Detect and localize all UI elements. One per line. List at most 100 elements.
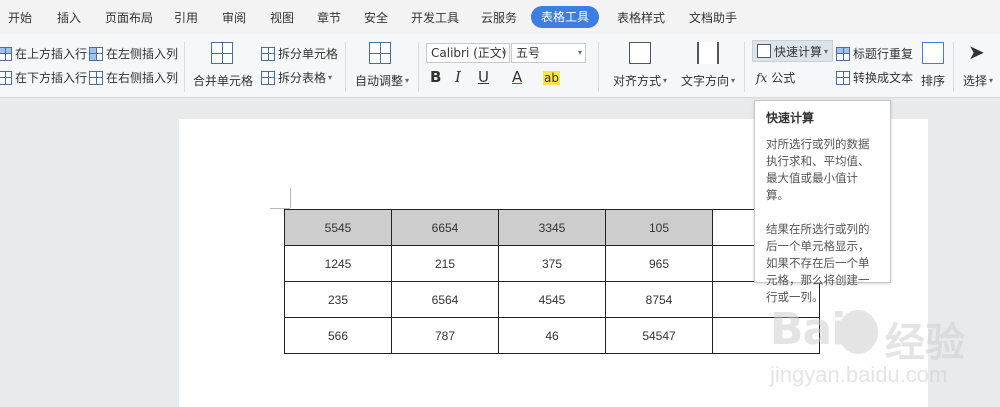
insert-right-button[interactable]: 在右侧插入列 xyxy=(89,69,178,86)
insert-col-right-icon xyxy=(89,70,103,85)
sort-icon xyxy=(922,42,944,64)
data-table[interactable]: 5545 6654 3345 105 1245 215 375 965 235 … xyxy=(284,209,820,354)
split-table-button[interactable]: 拆分表格 ▾ xyxy=(261,69,332,86)
tab-review[interactable]: 审阅 xyxy=(222,9,246,26)
insert-right-label: 在右侧插入列 xyxy=(106,71,179,85)
sort-button[interactable]: 排序 xyxy=(921,72,945,89)
merge-cells-icon xyxy=(211,42,233,64)
insert-row-above-icon xyxy=(0,46,12,61)
merge-cells-button[interactable]: 合并单元格 xyxy=(193,72,253,89)
table-cell[interactable]: 1245 xyxy=(284,245,392,282)
italic-button[interactable]: I xyxy=(455,68,461,86)
insert-below-button[interactable]: 在下方插入行 xyxy=(0,69,87,86)
ribbon-separator xyxy=(418,42,419,92)
chevron-down-icon: ▾ xyxy=(405,76,410,85)
auto-adjust-icon xyxy=(369,42,391,64)
text-direction-label: 文字方向 xyxy=(681,74,730,88)
table-cell[interactable]: 215 xyxy=(391,245,499,282)
table-cell[interactable]: 6654 xyxy=(391,209,499,246)
table-cell[interactable]: 105 xyxy=(605,209,713,246)
table-cell[interactable]: 3345 xyxy=(498,209,606,246)
insert-left-button[interactable]: 在左侧插入列 xyxy=(89,45,178,62)
font-color-button[interactable]: A xyxy=(512,68,522,86)
select-button[interactable]: 选择 ▾ xyxy=(963,72,993,89)
repeat-title-label: 标题行重复 xyxy=(853,47,914,61)
watermark-brand-cn: 经验 xyxy=(885,320,965,366)
ribbon-separator xyxy=(345,42,346,92)
bold-button[interactable]: B xyxy=(430,68,441,86)
insert-below-label: 在下方插入行 xyxy=(15,71,88,85)
watermark-url: jingyan.baidu.com xyxy=(770,362,948,387)
ribbon-separator xyxy=(953,42,954,92)
font-size-value: 五号 xyxy=(516,46,541,60)
font-name-value: Calibri (正文) xyxy=(431,46,507,60)
tab-start[interactable]: 开始 xyxy=(8,9,32,26)
table-cell[interactable]: 965 xyxy=(605,245,713,282)
text-direction-icon xyxy=(697,42,719,64)
table-cell[interactable]: 6564 xyxy=(391,281,499,318)
table-cell[interactable]: 566 xyxy=(284,317,392,354)
font-name-select[interactable]: Calibri (正文) ▾ xyxy=(426,43,510,63)
menu-tab-bar: 开始 插入 页面布局 引用 审阅 视图 章节 安全 开发工具 云服务 表格工具 … xyxy=(0,0,1000,34)
highlight-button[interactable]: ab xyxy=(543,71,560,85)
align-button[interactable]: 对齐方式 ▾ xyxy=(613,72,667,89)
auto-adjust-label: 自动调整 xyxy=(355,74,404,88)
table-cell[interactable]: 46 xyxy=(498,317,606,354)
tab-chapter[interactable]: 章节 xyxy=(317,9,341,26)
table-cell[interactable]: 8754 xyxy=(605,281,713,318)
chevron-down-icon: ▾ xyxy=(663,76,668,85)
tab-reference[interactable]: 引用 xyxy=(174,9,198,26)
align-icon xyxy=(629,42,651,64)
formula-label: 公式 xyxy=(771,71,796,85)
table-cell[interactable]: 375 xyxy=(498,245,606,282)
text-direction-button[interactable]: 文字方向 ▾ xyxy=(681,72,735,89)
split-table-icon xyxy=(261,70,275,85)
ribbon-separator xyxy=(184,42,185,92)
table-row: 566 787 46 54547 xyxy=(284,317,820,354)
convert-text-icon xyxy=(836,70,850,85)
tab-view[interactable]: 视图 xyxy=(270,9,294,26)
tab-table-style[interactable]: 表格样式 xyxy=(617,9,665,26)
watermark-brand: Bai xyxy=(770,304,846,355)
tab-table-tools[interactable]: 表格工具 xyxy=(531,6,600,28)
split-cells-button[interactable]: 拆分单元格 xyxy=(261,45,338,62)
table-cell[interactable]: 235 xyxy=(284,281,392,318)
tab-insert[interactable]: 插入 xyxy=(57,9,81,26)
underline-button[interactable]: U xyxy=(478,68,489,86)
align-label: 对齐方式 xyxy=(613,74,662,88)
tab-doc-assistant[interactable]: 文档助手 xyxy=(689,9,737,26)
ribbon-separator xyxy=(744,42,745,92)
insert-above-label: 在上方插入行 xyxy=(15,47,88,61)
font-size-select[interactable]: 五号 ▾ xyxy=(511,43,586,63)
calculator-icon xyxy=(757,44,771,58)
tab-security[interactable]: 安全 xyxy=(364,9,388,26)
convert-text-button[interactable]: 转换成文本 xyxy=(836,69,913,86)
quick-calc-button[interactable]: 快速计算 ▾ xyxy=(752,40,834,62)
auto-adjust-button[interactable]: 自动调整 ▾ xyxy=(355,72,409,89)
formula-button[interactable]: fx 公式 xyxy=(756,69,795,86)
select-label: 选择 xyxy=(963,74,988,88)
chevron-down-icon: ▾ xyxy=(824,46,829,56)
table-cell[interactable]: 5545 xyxy=(284,209,392,246)
table-cell[interactable]: 54547 xyxy=(605,317,713,354)
chevron-down-icon: ▾ xyxy=(577,48,582,57)
tooltip-title: 快速计算 xyxy=(766,111,815,125)
tab-cloud[interactable]: 云服务 xyxy=(481,9,517,26)
insert-above-button[interactable]: 在上方插入行 xyxy=(0,45,87,62)
insert-row-below-icon xyxy=(0,70,12,85)
tab-page-layout[interactable]: 页面布局 xyxy=(105,9,153,26)
repeat-title-button[interactable]: 标题行重复 xyxy=(836,45,913,62)
tab-developer[interactable]: 开发工具 xyxy=(411,9,459,26)
table-cell[interactable]: 787 xyxy=(391,317,499,354)
split-cells-label: 拆分单元格 xyxy=(278,47,339,61)
ribbon-toolbar: 在上方插入行 在左侧插入列 在下方插入行 在右侧插入列 合并单元格 拆分单元格 … xyxy=(0,34,1000,98)
table-cell[interactable]: 4545 xyxy=(498,281,606,318)
chevron-down-icon: ▾ xyxy=(989,76,994,85)
repeat-title-icon xyxy=(836,46,850,61)
chevron-down-icon: ▾ xyxy=(731,76,736,85)
tooltip-desc: 对所选行或列的数据执行求和、平均值、最大值或最小值计算。 xyxy=(766,137,870,202)
split-cells-icon xyxy=(261,46,275,61)
ribbon-separator xyxy=(598,42,599,92)
fx-icon: fx xyxy=(756,70,768,85)
cursor-arrow-icon: ➤ xyxy=(968,40,985,64)
